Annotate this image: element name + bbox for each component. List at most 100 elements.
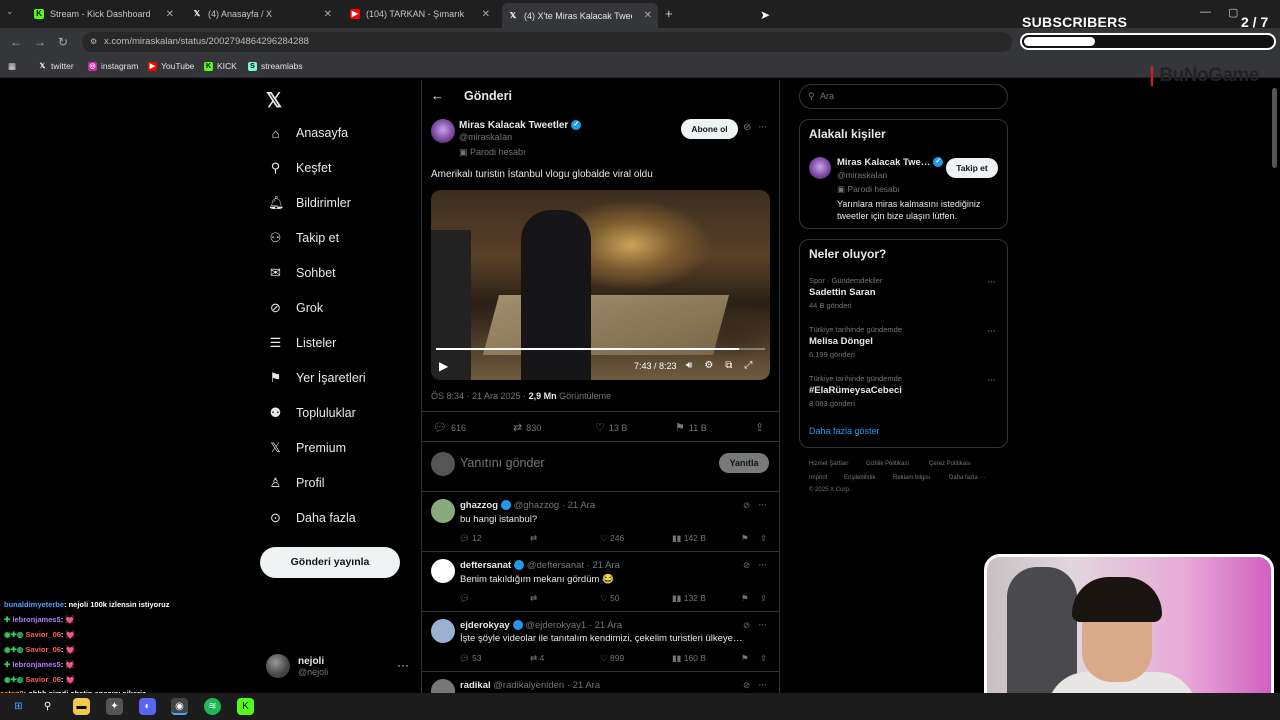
post-button[interactable]: Gönderi yayınla [260,547,400,578]
nav-bookmarks[interactable]: ⚑ Yer İşaretleri [268,366,366,390]
reply-input[interactable]: Yanıtını gönder [460,456,545,470]
footer-link[interactable]: Daha fazla ··· [949,475,985,481]
close-icon[interactable]: ✕ [482,9,490,20]
like-stat[interactable]: ♡ 50 [600,593,619,604]
bookmark-streamlabs[interactable]: Sstreamlabs [248,61,303,71]
tab-x-home[interactable]: 𝕏 (4) Anasayfa / X ✕ [186,4,338,24]
spotify-icon[interactable]: ≋ [204,698,221,715]
bookmark-twitter[interactable]: 𝕏twitter [38,61,74,71]
reply-button[interactable]: Yanıtla [719,453,769,473]
related-name[interactable]: Miras Kalacak Twe… ✓ [837,157,944,168]
comment-author[interactable]: ejderokyay [460,620,510,631]
grok-icon[interactable]: ⊘ [743,122,751,133]
nav-premium[interactable]: 𝕏 Premium [268,436,346,460]
reply-stat[interactable]: 💬︎ 53 [459,653,482,664]
reply-icon[interactable]: 💬︎ [459,593,470,604]
x-logo[interactable]: 𝕏 [266,88,282,113]
comment-author[interactable]: radikal [460,680,491,691]
views-stat[interactable]: ▮▮ 132 B [672,593,706,604]
avatar[interactable] [431,499,455,523]
app-icon[interactable]: ✦ [106,698,123,715]
trend-item[interactable]: Melisa Döngel [809,336,873,347]
footer-link[interactable]: Erişilebilirlik [844,475,875,481]
close-icon[interactable]: ✕ [324,9,332,20]
search-input[interactable]: ⚲ Ara [799,84,1008,109]
back-icon[interactable]: ← [10,35,22,49]
bookmark-icon[interactable]: ⚑ [741,653,749,664]
footer-link[interactable]: Çerez Politikası [929,461,971,467]
play-icon[interactable]: ▶ [439,359,448,373]
nav-communities[interactable]: ⚉ Topluluklar [268,401,356,425]
comment-author[interactable]: ghazzog [460,500,498,511]
trend-item[interactable]: #ElaRümeysaCebeci [809,385,902,396]
more-icon[interactable]: ··· [758,121,767,133]
tab-x-post[interactable]: 𝕏 (4) X'te Miras Kalacak Tweetler… ✕ [502,3,658,28]
grok-icon[interactable]: ⊘ [743,620,750,631]
reply-stat[interactable]: 💬︎ 12 [459,533,482,544]
file-explorer-icon[interactable]: ▬ [73,698,90,715]
pip-icon[interactable]: ⧉ [725,360,732,371]
close-icon[interactable]: ✕ [166,9,174,20]
bookmark-kick[interactable]: K KICK [204,61,237,71]
more-icon[interactable]: ··· [758,619,767,631]
settings-icon[interactable]: ⚙ [704,360,713,371]
like-stat[interactable]: ♡ 246 [600,533,624,544]
views-stat[interactable]: ▮▮ 160 B [672,653,706,664]
like-stat[interactable]: ♡ 13 B [595,421,627,434]
tab-youtube[interactable]: ▶ (104) TARKAN - Şımarık (Of… ✕ [344,4,496,24]
discord-icon[interactable]: ◐ [139,698,156,715]
nav-notifications[interactable]: 🔔︎ Bildirimler [268,191,351,215]
tab-search-icon[interactable]: ⌄ [6,6,14,17]
footer-link[interactable]: Reklam bilgisi [893,475,930,481]
grok-icon[interactable]: ⊘ [743,680,750,691]
trend-item[interactable]: Sadettin Saran [809,287,876,298]
bookmark-stat[interactable]: ⚑ 11 B [675,421,707,434]
nav-profile[interactable]: ♙ Profil [268,471,325,495]
nav-more[interactable]: ⊙ Daha fazla [268,506,356,530]
share-icon[interactable]: ⇪ [760,653,767,664]
repost-stat[interactable]: ⇄ 830 [513,421,541,434]
grok-icon[interactable]: ⊘ [743,560,750,571]
follow-button[interactable]: Takip et [946,158,998,178]
video-player[interactable] [431,190,770,380]
bookmark-icon[interactable]: ⚑ [741,593,749,604]
related-handle[interactable]: @miraskaIan [837,170,887,180]
repost-stat[interactable]: ⇄ 4 [530,653,544,664]
bookmark-youtube[interactable]: ▶ YouTube [148,61,194,71]
comment-author[interactable]: deftersanat [460,560,511,571]
site-info-icon[interactable]: ⚙ [90,32,97,52]
avatar[interactable] [431,559,455,583]
new-tab-button[interactable]: + [665,6,673,21]
maximize-icon[interactable]: ▢ [1228,6,1238,19]
author-name[interactable]: Miras Kalacak Tweetler ✓ [459,120,582,131]
kick-app-icon[interactable]: K [237,698,254,715]
address-bar[interactable]: ⚙ x.com/miraskalan/status/200279486429628… [82,32,1012,52]
bookmark-instagram[interactable]: ◎ instagram [88,61,138,71]
nav-lists[interactable]: ☰ Listeler [268,331,337,355]
reload-icon[interactable]: ↻ [58,35,68,49]
bookmark-icon[interactable]: ⚑ [741,533,749,544]
back-arrow-icon[interactable]: ← [431,88,444,103]
nav-home[interactable]: ⌂ Anasayfa [268,121,349,145]
like-stat[interactable]: ♡ 899 [600,653,624,664]
account-switcher[interactable]: nejoli @nejoli [266,654,328,678]
more-icon[interactable]: ··· [758,499,767,511]
fullscreen-icon[interactable]: ⤢ [744,360,752,371]
author-avatar[interactable] [431,119,455,143]
close-icon[interactable]: ✕ [644,10,652,21]
apps-icon[interactable]: ▦ [8,61,16,72]
repost-icon[interactable]: ⇄ [530,593,537,604]
subscribe-button[interactable]: Abone ol [681,119,738,139]
share-icon[interactable]: ⇪ [755,421,764,434]
tab-kick-dashboard[interactable]: K Stream - Kick Dashboard ✕ [28,4,180,24]
more-icon[interactable]: ··· [758,559,767,571]
nav-grok[interactable]: ⊘ Grok [268,296,323,320]
chrome-icon[interactable]: ◉ [171,698,188,715]
repost-icon[interactable]: ⇄ [530,533,537,544]
show-more-link[interactable]: Daha fazla göster [809,426,880,436]
footer-link[interactable]: Imprint [809,475,827,481]
grok-icon[interactable]: ⊘ [743,500,750,511]
scrollbar-thumb[interactable] [1272,88,1277,168]
more-icon[interactable]: ··· [987,374,996,386]
more-icon[interactable]: ··· [987,276,996,288]
